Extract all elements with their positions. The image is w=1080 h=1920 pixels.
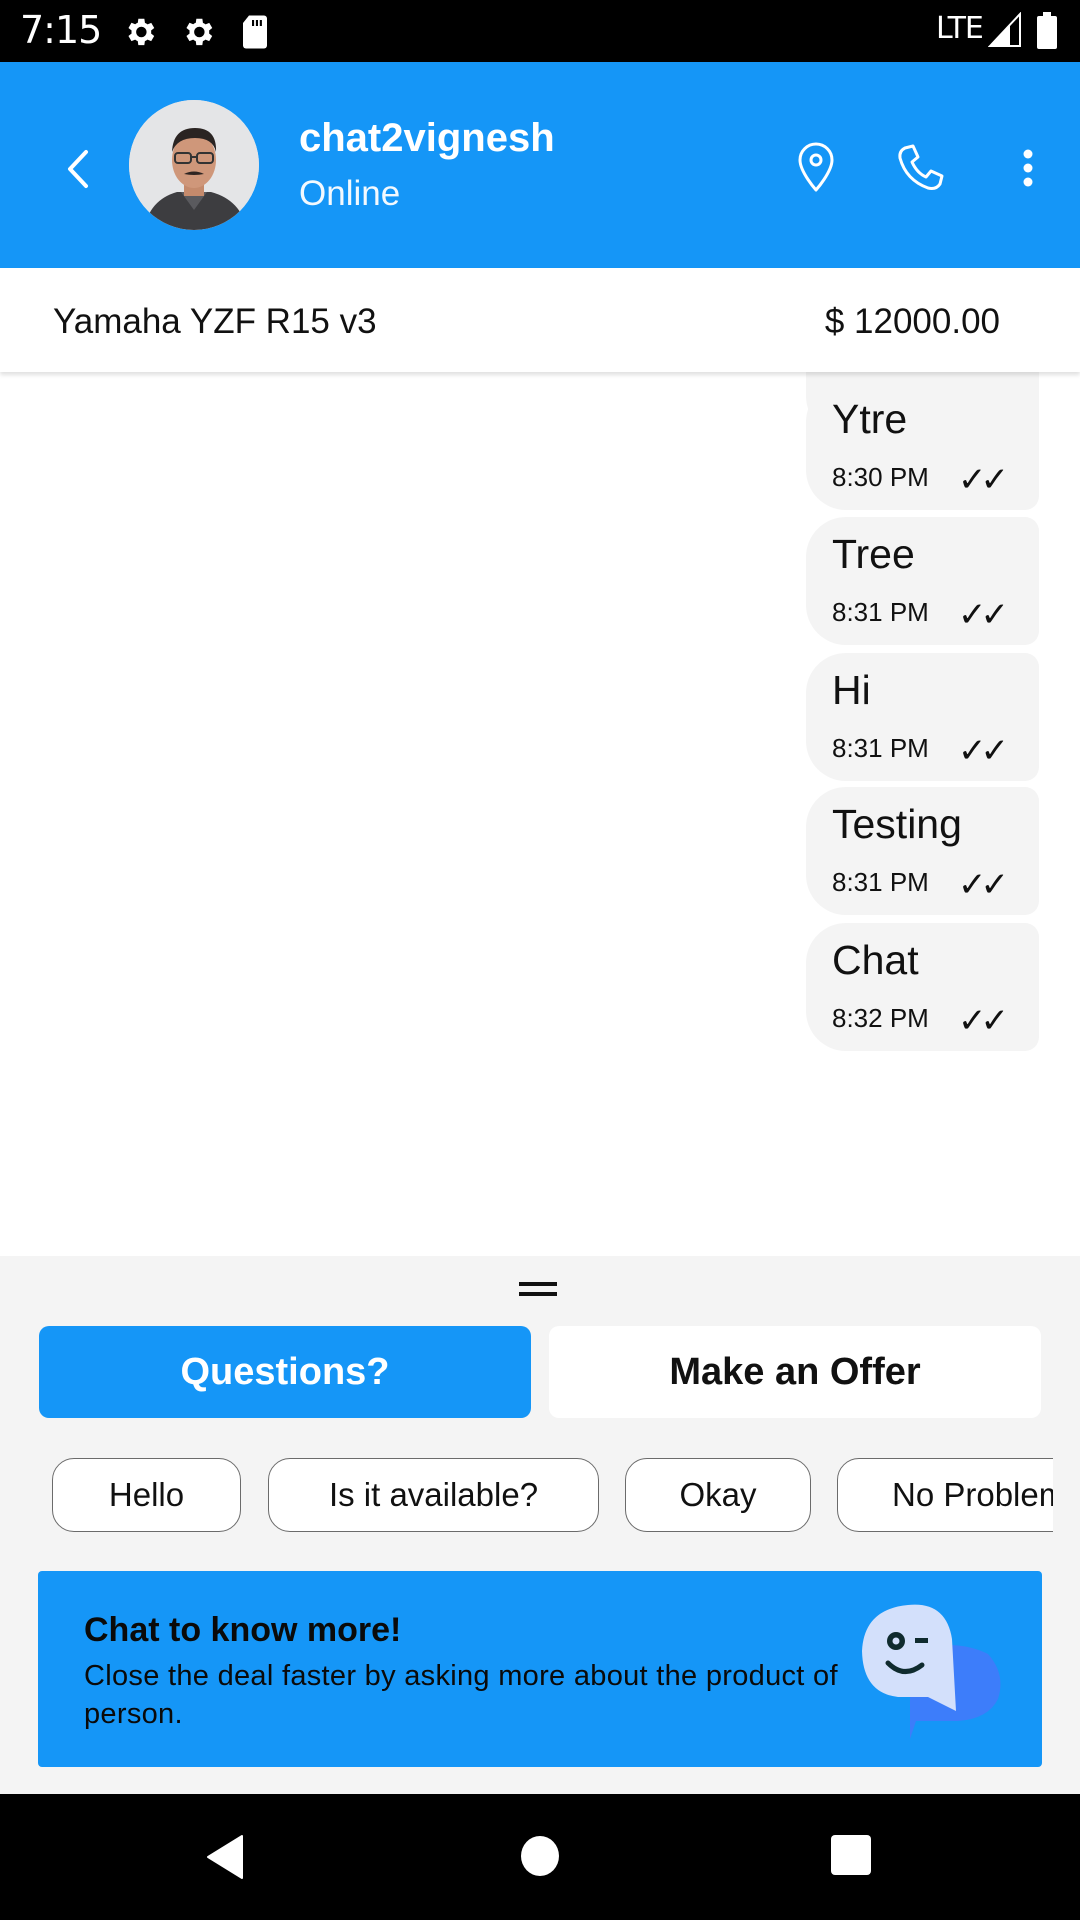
more-vert-icon[interactable]	[1000, 140, 1056, 196]
status-time: 7:15	[20, 8, 102, 52]
message-bubble[interactable]: Testing 8:31 PM ✓✓	[806, 787, 1039, 915]
chat-screen: 7:15 LTE chat2vignesh Online Yamaha YZF …	[0, 0, 1080, 1920]
phone-icon[interactable]	[892, 140, 948, 196]
message-time: 8:31 PM	[832, 597, 929, 627]
quick-reply-chip[interactable]: No Problem	[837, 1458, 1053, 1532]
settings-icon	[128, 18, 155, 46]
message-time: 8:32 PM	[832, 1003, 929, 1033]
network-type: LTE	[936, 11, 984, 46]
message-list[interactable]: Ytre 8:30 PM ✓✓ Tree 8:31 PM ✓✓ Hi 8:31 …	[0, 372, 1080, 1256]
product-name: Yamaha YZF R15 v3	[53, 302, 377, 341]
product-bar[interactable]: Yamaha YZF R15 v3 $ 12000.00	[0, 268, 1080, 372]
tab-make-offer[interactable]: Make an Offer	[549, 1326, 1041, 1418]
tab-questions[interactable]: Questions?	[39, 1326, 531, 1418]
nav-back-icon[interactable]	[204, 1834, 244, 1880]
message-time: 8:31 PM	[832, 867, 929, 897]
sd-card-icon	[243, 15, 267, 49]
quick-reply-list[interactable]: Hello Is it available? Okay No Problem	[0, 1456, 1053, 1534]
bottom-sheet: Questions? Make an Offer Hello Is it ava…	[0, 1256, 1080, 1794]
settings-icon	[186, 18, 213, 46]
signal-icon	[988, 12, 1021, 47]
message-time: 8:31 PM	[832, 733, 929, 763]
contact-photo	[129, 100, 259, 230]
promo-body: Close the deal faster by asking more abo…	[84, 1660, 838, 1730]
winking-chat-bubble-icon	[862, 1604, 1001, 1739]
message-text: Chat	[832, 937, 919, 983]
read-receipt-icon: ✓✓	[958, 865, 1009, 905]
read-receipt-icon: ✓✓	[958, 1001, 1009, 1041]
message-text: Hi	[832, 667, 871, 713]
drag-handle[interactable]	[519, 1282, 557, 1300]
avatar[interactable]	[129, 100, 259, 230]
message-text: Testing	[832, 801, 962, 847]
status-bar: 7:15 LTE	[0, 0, 1080, 62]
promo-title: Chat to know more!	[84, 1611, 402, 1649]
message-bubble[interactable]: Ytre 8:30 PM ✓✓	[806, 382, 1039, 510]
message-text: Tree	[832, 531, 915, 577]
location-pin-icon[interactable]	[788, 140, 844, 196]
read-receipt-icon: ✓✓	[958, 595, 1009, 635]
system-nav-bar	[0, 1794, 1080, 1920]
battery-icon	[1037, 12, 1057, 49]
message-bubble[interactable]: Chat 8:32 PM ✓✓	[806, 923, 1039, 1051]
read-receipt-icon: ✓✓	[958, 460, 1009, 500]
message-text: Ytre	[832, 396, 908, 442]
back-arrow-icon[interactable]	[58, 144, 98, 194]
contact-status: Online	[299, 174, 401, 213]
read-receipt-icon: ✓✓	[958, 731, 1009, 771]
nav-recents-icon[interactable]	[830, 1834, 872, 1876]
promo-banner: Chat to know more! Close the deal faster…	[38, 1571, 1042, 1767]
message-time: 8:30 PM	[832, 462, 929, 492]
nav-home-icon[interactable]	[520, 1834, 560, 1878]
quick-reply-chip[interactable]: Is it available?	[268, 1458, 599, 1532]
quick-reply-chip[interactable]: Okay	[625, 1458, 811, 1532]
product-price: $ 12000.00	[824, 302, 1000, 341]
quick-reply-chip[interactable]: Hello	[52, 1458, 241, 1532]
chat-header: chat2vignesh Online	[0, 62, 1080, 268]
message-bubble[interactable]: Tree 8:31 PM ✓✓	[806, 517, 1039, 645]
message-bubble[interactable]: Hi 8:31 PM ✓✓	[806, 653, 1039, 781]
contact-name[interactable]: chat2vignesh	[299, 116, 555, 161]
